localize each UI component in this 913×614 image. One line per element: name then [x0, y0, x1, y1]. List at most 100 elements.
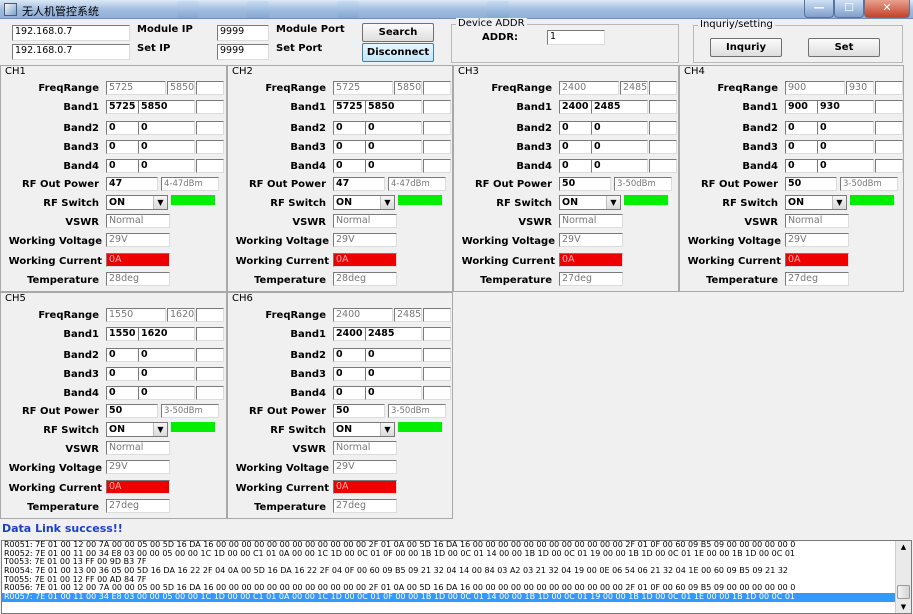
- vswr-field: Normal: [333, 214, 397, 228]
- band4-end-field[interactable]: 0: [591, 159, 648, 173]
- working-voltage-label: Working Voltage: [687, 236, 781, 247]
- band3-label: Band3: [742, 142, 778, 153]
- chevron-down-icon[interactable]: ▼: [606, 196, 620, 209]
- band3-end-field[interactable]: 0: [591, 140, 648, 154]
- set-ip-label: Set IP: [137, 43, 171, 54]
- status-text: Data Link success!!: [2, 522, 123, 535]
- device-addr-title: Device ADDR: [456, 18, 527, 29]
- vswr-label: VSWR: [518, 217, 552, 228]
- rf-switch-select[interactable]: ON ▼: [559, 195, 621, 210]
- band4-end-field[interactable]: 0: [365, 386, 422, 400]
- scroll-down-icon[interactable]: ▼: [896, 601, 911, 613]
- band4-extra-field: [196, 159, 224, 173]
- channel-panel-ch6: CH6 FreqRange 2400 2485 Band1 2400 2485 Band2 0 0…: [227, 292, 453, 519]
- band1-extra-field: [196, 100, 224, 114]
- band1-end-field[interactable]: 930: [817, 100, 874, 114]
- log-line[interactable]: T0053: 7E 01 00 13 FF 00 9D B3 7F: [2, 558, 896, 567]
- band4-label: Band4: [63, 388, 99, 399]
- rf-switch-select[interactable]: ON ▼: [785, 195, 847, 210]
- band4-end-field[interactable]: 0: [138, 159, 195, 173]
- band3-end-field[interactable]: 0: [365, 367, 422, 381]
- rf-out-power-field[interactable]: 50: [559, 177, 611, 191]
- set-ip-field[interactable]: 192.168.0.7: [12, 44, 130, 60]
- addr-field[interactable]: 1: [547, 30, 605, 45]
- rf-switch-select[interactable]: ON ▼: [106, 422, 168, 437]
- scroll-thumb[interactable]: [897, 585, 910, 599]
- rf-out-power-field[interactable]: 47: [333, 177, 385, 191]
- rf-out-power-field[interactable]: 47: [106, 177, 158, 191]
- band1-label: Band1: [516, 102, 552, 113]
- chevron-down-icon[interactable]: ▼: [153, 196, 167, 209]
- minimize-button[interactable]: —: [804, 0, 834, 18]
- rf-switch-select[interactable]: ON ▼: [333, 422, 395, 437]
- channel-panel-ch1: CH1 FreqRange 5725 5850 Band1 5725 5850 Band2 0 0…: [0, 65, 227, 292]
- band2-label: Band2: [63, 123, 99, 134]
- band1-end-field[interactable]: 2485: [365, 327, 422, 341]
- band2-label: Band2: [63, 350, 99, 361]
- band2-end-field[interactable]: 0: [365, 348, 422, 362]
- rf-out-power-field[interactable]: 50: [333, 404, 385, 418]
- title-bar[interactable]: 无人机管控系统 — ☐ ✕: [0, 0, 913, 19]
- band3-end-field[interactable]: 0: [817, 140, 874, 154]
- band1-end-field[interactable]: 5850: [138, 100, 195, 114]
- rf-switch-select[interactable]: ON ▼: [333, 195, 395, 210]
- band4-end-field[interactable]: 0: [365, 159, 422, 173]
- temperature-label: Temperature: [706, 275, 778, 286]
- channel-title: CH4: [684, 66, 705, 77]
- module-port-field[interactable]: 9999: [217, 25, 269, 41]
- band2-end-field[interactable]: 0: [591, 121, 648, 135]
- temperature-field: 27deg: [785, 272, 849, 286]
- chevron-down-icon[interactable]: ▼: [380, 423, 394, 436]
- log-line[interactable]: T0055: 7E 01 00 12 FF 00 AD 84 7F: [2, 576, 896, 585]
- freq-range-extra-field: [196, 81, 224, 95]
- set-button[interactable]: Set: [808, 38, 880, 57]
- band3-extra-field: [423, 140, 451, 154]
- log-line[interactable]: R0051: 7E 01 00 12 00 7A 00 00 05 00 5D …: [2, 541, 896, 550]
- chevron-down-icon[interactable]: ▼: [380, 196, 394, 209]
- app-icon: [4, 3, 17, 16]
- rf-switch-select[interactable]: ON ▼: [106, 195, 168, 210]
- rf-switch-status-indicator: [398, 195, 442, 205]
- band3-extra-field: [875, 140, 903, 154]
- close-button[interactable]: ✕: [864, 0, 910, 18]
- working-voltage-field: 29V: [333, 233, 397, 247]
- inquiry-button[interactable]: Inquriy: [710, 38, 782, 57]
- band2-extra-field: [196, 121, 224, 135]
- set-port-field[interactable]: 9999: [217, 44, 269, 60]
- search-button[interactable]: Search: [362, 23, 434, 42]
- band3-end-field[interactable]: 0: [365, 140, 422, 154]
- rf-out-power-field[interactable]: 50: [785, 177, 837, 191]
- band3-end-field[interactable]: 0: [138, 140, 195, 154]
- log-scrollbar[interactable]: ▲ ▼: [895, 541, 911, 613]
- working-current-label: Working Current: [8, 483, 102, 494]
- band2-end-field[interactable]: 0: [817, 121, 874, 135]
- band1-end-field[interactable]: 5850: [365, 100, 422, 114]
- band3-end-field[interactable]: 0: [138, 367, 195, 381]
- disconnect-button[interactable]: Disconnect: [362, 43, 434, 62]
- chevron-down-icon[interactable]: ▼: [832, 196, 846, 209]
- module-ip-field[interactable]: 192.168.0.7: [12, 25, 130, 41]
- temperature-label: Temperature: [27, 502, 99, 513]
- log-line[interactable]: R0052: 7E 01 00 11 00 34 E8 03 00 00 05 …: [2, 550, 896, 559]
- log-line[interactable]: R0057: 7E 01 00 11 00 34 E8 03 00 00 05 …: [2, 593, 896, 602]
- band1-end-field[interactable]: 2485: [591, 100, 648, 114]
- freq-range-end-field: 5850: [394, 81, 422, 95]
- scroll-up-icon[interactable]: ▲: [896, 541, 911, 553]
- maximize-button[interactable]: ☐: [834, 0, 864, 18]
- working-current-label: Working Current: [235, 483, 329, 494]
- band2-end-field[interactable]: 0: [138, 121, 195, 135]
- working-current-field: 0A: [333, 253, 397, 267]
- log-line[interactable]: R0056: 7E 01 00 12 00 7A 00 00 05 00 5D …: [2, 584, 896, 593]
- band4-end-field[interactable]: 0: [817, 159, 874, 173]
- rf-switch-label: RF Switch: [270, 198, 326, 209]
- log-line[interactable]: R0054: 7E 01 00 13 00 36 05 00 5D 16 DA …: [2, 567, 896, 576]
- band2-end-field[interactable]: 0: [365, 121, 422, 135]
- freq-range-extra-field: [423, 81, 451, 95]
- vswr-label: VSWR: [65, 444, 99, 455]
- band4-end-field[interactable]: 0: [138, 386, 195, 400]
- rf-out-power-field[interactable]: 50: [106, 404, 158, 418]
- band1-end-field[interactable]: 1620: [138, 327, 195, 341]
- data-log[interactable]: R0051: 7E 01 00 12 00 7A 00 00 05 00 5D …: [1, 540, 912, 614]
- chevron-down-icon[interactable]: ▼: [153, 423, 167, 436]
- band2-end-field[interactable]: 0: [138, 348, 195, 362]
